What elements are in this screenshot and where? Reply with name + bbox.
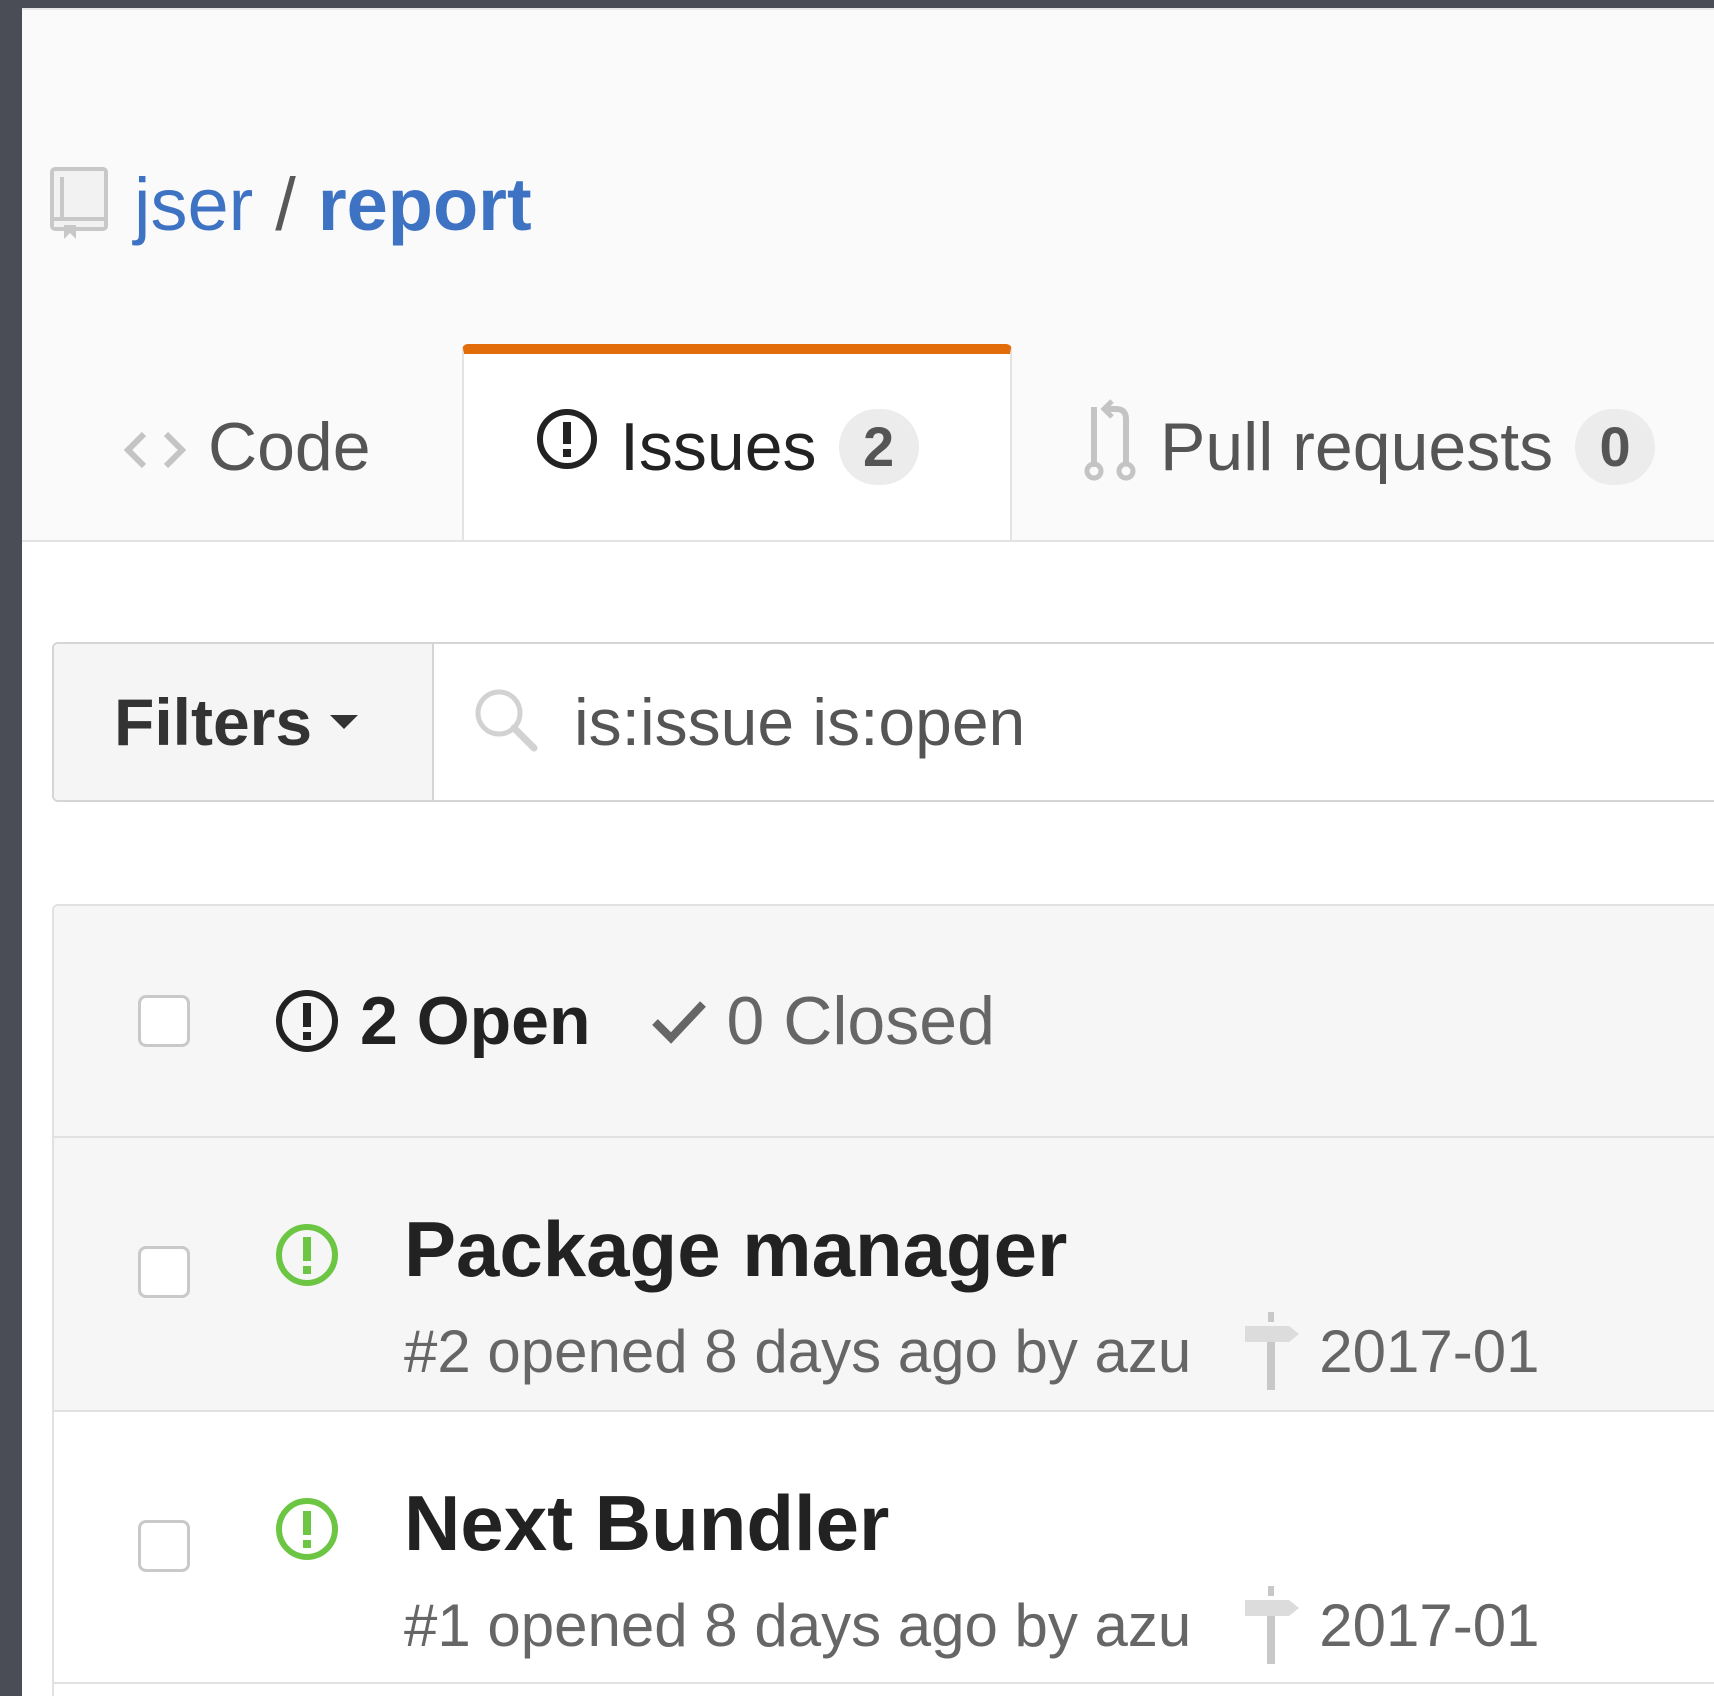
open-issues-link[interactable]: 2 Open xyxy=(274,982,591,1060)
milestone-icon xyxy=(1245,1586,1300,1664)
issue-opened-icon xyxy=(536,408,598,486)
issues-list: 2 Open 0 Closed Package manager #2 opene… xyxy=(52,904,1714,1696)
issue-opened-icon xyxy=(276,990,338,1052)
tab-pulls-label: Pull requests xyxy=(1160,409,1554,485)
search-field xyxy=(434,644,1714,800)
milestone-link[interactable]: 2017-01 xyxy=(1241,1312,1540,1390)
repo-nav-tabs: Code Issues 2 Pull requests 0 xyxy=(22,344,1714,544)
issue-meta: #2 opened 8 days ago by azu 2017-01 xyxy=(404,1312,1540,1390)
git-pull-request-icon xyxy=(1082,397,1138,497)
repo-separator: / xyxy=(275,163,296,246)
milestone-label: 2017-01 xyxy=(1319,1317,1540,1385)
repo-title: jser / report xyxy=(48,160,532,250)
select-all-checkbox[interactable] xyxy=(138,995,190,1047)
search-icon xyxy=(472,686,540,759)
repo-name-link[interactable]: report xyxy=(318,160,532,250)
closed-issues-link[interactable]: 0 Closed xyxy=(651,982,995,1060)
search-input[interactable] xyxy=(572,683,1676,761)
milestone-link[interactable]: 2017-01 xyxy=(1241,1586,1540,1664)
code-icon xyxy=(123,408,187,486)
filters-label: Filters xyxy=(114,685,313,759)
issue-title-link[interactable]: Next Bundler xyxy=(404,1478,889,1569)
issue-checkbox[interactable] xyxy=(138,1246,190,1298)
page: jser / report Code Issues 2 Pull request… xyxy=(22,8,1714,1696)
milestone-label: 2017-01 xyxy=(1319,1591,1540,1659)
tab-code-label: Code xyxy=(208,409,371,485)
check-icon xyxy=(651,1001,706,1044)
issue-opened-icon xyxy=(274,1496,340,1567)
issue-opened-icon xyxy=(274,1222,340,1293)
repo-header: jser / report Code Issues 2 Pull request… xyxy=(22,8,1714,542)
issue-opened-by: #1 opened 8 days ago by azu xyxy=(404,1591,1192,1659)
issue-title-link[interactable]: Package manager xyxy=(404,1204,1067,1295)
chevron-down-icon xyxy=(330,715,359,729)
repo-owner-link[interactable]: jser xyxy=(134,160,253,250)
issue-filter-bar: Filters xyxy=(52,642,1714,802)
tab-code[interactable]: Code xyxy=(123,350,371,544)
issue-checkbox[interactable] xyxy=(138,1520,190,1572)
issue-state-toggles: 2 Open 0 Closed xyxy=(274,982,995,1060)
closed-count-label: 0 Closed xyxy=(726,983,995,1059)
issues-list-header: 2 Open 0 Closed xyxy=(54,906,1714,1138)
open-count-label: 2 Open xyxy=(360,983,591,1059)
milestone-icon xyxy=(1245,1312,1300,1390)
issues-counter: 2 xyxy=(838,409,919,485)
issue-meta: #1 opened 8 days ago by azu 2017-01 xyxy=(404,1586,1540,1664)
issue-row[interactable]: Package manager #2 opened 8 days ago by … xyxy=(54,1138,1714,1412)
tab-issues-label: Issues xyxy=(620,409,817,485)
tab-issues[interactable]: Issues 2 xyxy=(462,344,1012,540)
header-divider xyxy=(22,540,1714,542)
repo-icon xyxy=(48,167,112,243)
issue-opened-by: #2 opened 8 days ago by azu xyxy=(404,1317,1192,1385)
pulls-counter: 0 xyxy=(1575,409,1656,485)
filters-button[interactable]: Filters xyxy=(54,644,434,800)
issue-row[interactable]: Next Bundler #1 opened 8 days ago by azu… xyxy=(54,1412,1714,1684)
tab-pull-requests[interactable]: Pull requests 0 xyxy=(1082,350,1656,544)
